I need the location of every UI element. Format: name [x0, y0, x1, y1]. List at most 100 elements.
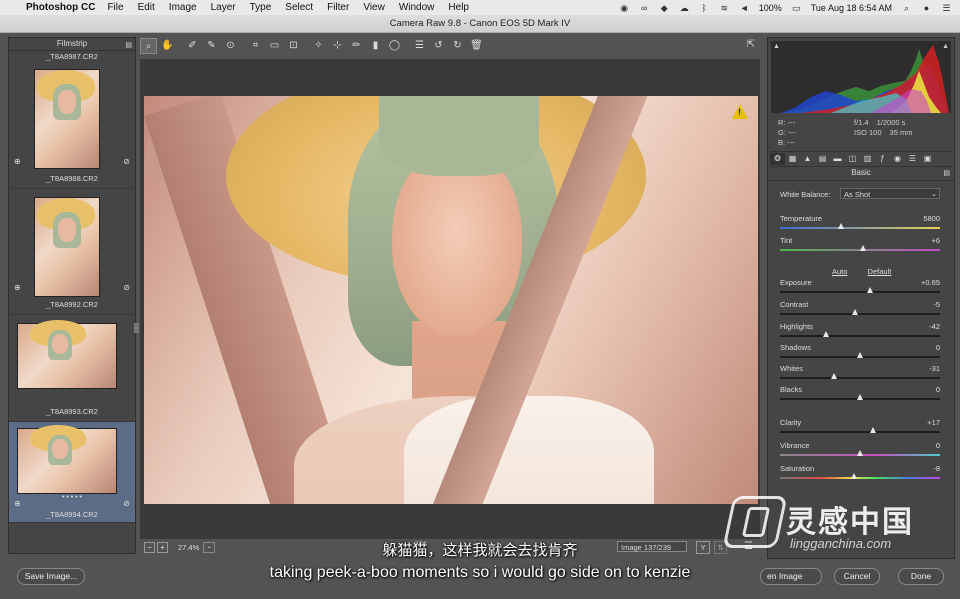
bluetooth-icon[interactable]: ᛒ	[699, 3, 710, 13]
tab-lens-icon[interactable]: ◫	[845, 153, 860, 165]
menu-view[interactable]: View	[363, 2, 385, 13]
slider-value[interactable]: 0	[936, 385, 940, 394]
slider-temperature[interactable]: Temperature 5800	[780, 214, 940, 234]
record-icon[interactable]: ◉	[619, 3, 630, 13]
spot-removal-icon[interactable]: ✧	[310, 38, 327, 54]
tab-tone-curve-icon[interactable]: ▦	[785, 153, 800, 165]
slider-track[interactable]	[780, 477, 940, 479]
slider-thumb[interactable]	[857, 450, 863, 456]
slider-thumb[interactable]	[857, 352, 863, 358]
color-sampler-icon[interactable]: ✎	[203, 38, 220, 54]
adjustment-brush-icon[interactable]: ✏	[348, 38, 365, 54]
tab-basic-icon[interactable]: ❂	[770, 153, 785, 165]
slider-value[interactable]: -5	[933, 300, 940, 309]
default-link[interactable]: Default	[868, 267, 892, 276]
menu-help[interactable]: Help	[448, 2, 469, 13]
slider-vibrance[interactable]: Vibrance 0	[780, 441, 940, 461]
rotate-left-icon[interactable]: ↺	[430, 38, 447, 54]
volume-icon[interactable]: ◄	[739, 3, 750, 13]
thumbnail-image[interactable]	[34, 197, 100, 297]
battery-icon[interactable]: ▭	[791, 3, 802, 13]
slider-value[interactable]: -8	[933, 464, 940, 473]
transform-tool-icon[interactable]: ⊡	[285, 38, 302, 54]
cloud-icon[interactable]: ☁	[679, 3, 690, 13]
slider-track[interactable]	[780, 313, 940, 315]
panel-menu-icon[interactable]: ▤	[943, 169, 950, 177]
search-icon[interactable]: ⌕	[901, 3, 912, 13]
menu-window[interactable]: Window	[399, 2, 435, 13]
slider-thumb[interactable]	[869, 427, 876, 433]
auto-link[interactable]: Auto	[832, 267, 847, 276]
menu-image[interactable]: Image	[169, 2, 197, 13]
thumbnail-image[interactable]	[34, 69, 100, 169]
filmstrip-item[interactable]: ⊕ ⊘ _T8A8988.CR2	[9, 63, 135, 189]
thumbnail-image[interactable]	[17, 425, 117, 494]
slider-value[interactable]: +17	[927, 418, 940, 427]
slider-value[interactable]: -31	[929, 364, 940, 373]
menu-select[interactable]: Select	[285, 2, 313, 13]
filmstrip-item-name[interactable]: _T8A8987.CR2	[9, 51, 135, 63]
filmstrip-item[interactable]: _T8A8993.CR2	[9, 315, 135, 422]
slider-thumb[interactable]	[866, 287, 873, 293]
notification-icon[interactable]: ☰	[941, 3, 952, 13]
tab-split-toning-icon[interactable]: ▬	[830, 153, 845, 165]
clock[interactable]: Tue Aug 18 6:54 AM	[811, 3, 892, 13]
slider-value[interactable]: 5800	[923, 214, 940, 223]
slider-contrast[interactable]: Contrast -5	[780, 300, 940, 320]
tab-fx-icon[interactable]: ƒ	[875, 153, 890, 165]
white-balance-select[interactable]: As Shot ⌄	[840, 188, 940, 199]
targeted-adjustment-icon[interactable]: ⊙	[222, 38, 239, 54]
slider-track[interactable]	[780, 227, 940, 229]
image-preview[interactable]: !	[140, 59, 760, 539]
filmstrip-menu-icon[interactable]: ▤	[125, 40, 132, 52]
slider-thumb[interactable]	[852, 309, 859, 315]
menu-layer[interactable]: Layer	[211, 2, 236, 13]
tab-presets-icon[interactable]: ☰	[905, 153, 920, 165]
slider-thumb[interactable]	[837, 223, 844, 229]
slider-thumb[interactable]	[823, 331, 830, 337]
slider-thumb[interactable]	[831, 373, 838, 379]
tab-detail-icon[interactable]: ▲	[800, 153, 815, 165]
slider-track[interactable]	[780, 291, 940, 293]
slider-track[interactable]	[780, 377, 940, 379]
thumbnail-image[interactable]	[17, 320, 117, 389]
creative-cloud-icon[interactable]: ∞	[639, 3, 650, 13]
slider-thumb[interactable]	[850, 473, 857, 479]
preview-photo[interactable]: !	[144, 96, 758, 504]
preferences-icon[interactable]: ☰	[411, 38, 428, 54]
tab-snapshots-icon[interactable]: ▣	[920, 153, 935, 165]
menu-type[interactable]: Type	[250, 2, 272, 13]
rating-icon[interactable]: ⊕	[14, 157, 21, 166]
slider-value[interactable]: +0.65	[921, 278, 940, 287]
warning-icon[interactable]: !	[732, 104, 748, 119]
slider-value[interactable]: +6	[931, 236, 940, 245]
dropbox-icon[interactable]: ◆	[659, 3, 670, 13]
slider-blacks[interactable]: Blacks 0	[780, 385, 940, 405]
menu-file[interactable]: File	[107, 2, 123, 13]
slider-clarity[interactable]: Clarity +17	[780, 418, 940, 438]
slider-saturation[interactable]: Saturation -8	[780, 464, 940, 484]
tab-hsl-icon[interactable]: ▤	[815, 153, 830, 165]
slider-value[interactable]: -42	[929, 322, 940, 331]
wifi-icon[interactable]: ≋	[719, 3, 730, 13]
siri-icon[interactable]: ●	[921, 3, 932, 13]
rating-icon[interactable]: ⊕	[14, 283, 21, 292]
slider-exposure[interactable]: Exposure +0.65	[780, 278, 940, 298]
slider-whites[interactable]: Whites -31	[780, 364, 940, 384]
trash-icon[interactable]: 🗑	[468, 38, 485, 54]
red-eye-icon[interactable]: ⊹	[329, 38, 346, 54]
menu-filter[interactable]: Filter	[327, 2, 349, 13]
zoom-tool-icon[interactable]: ⌕	[140, 38, 157, 54]
graduated-filter-icon[interactable]: ▮	[367, 38, 384, 54]
app-menu[interactable]: Photoshop CC	[26, 2, 95, 13]
slider-track[interactable]	[780, 335, 940, 337]
fullscreen-icon[interactable]: ⇱	[743, 39, 759, 53]
tab-camera-calibration-icon[interactable]: ◉	[890, 153, 905, 165]
slider-shadows[interactable]: Shadows 0	[780, 343, 940, 363]
crop-tool-icon[interactable]: ⌗	[247, 38, 264, 54]
straighten-tool-icon[interactable]: ▭	[266, 38, 283, 54]
filmstrip-scrollbar[interactable]	[134, 323, 139, 333]
slider-thumb[interactable]	[860, 245, 867, 251]
rating-icon[interactable]: ⊕	[14, 499, 21, 508]
hand-tool-icon[interactable]: ✋	[159, 38, 176, 54]
